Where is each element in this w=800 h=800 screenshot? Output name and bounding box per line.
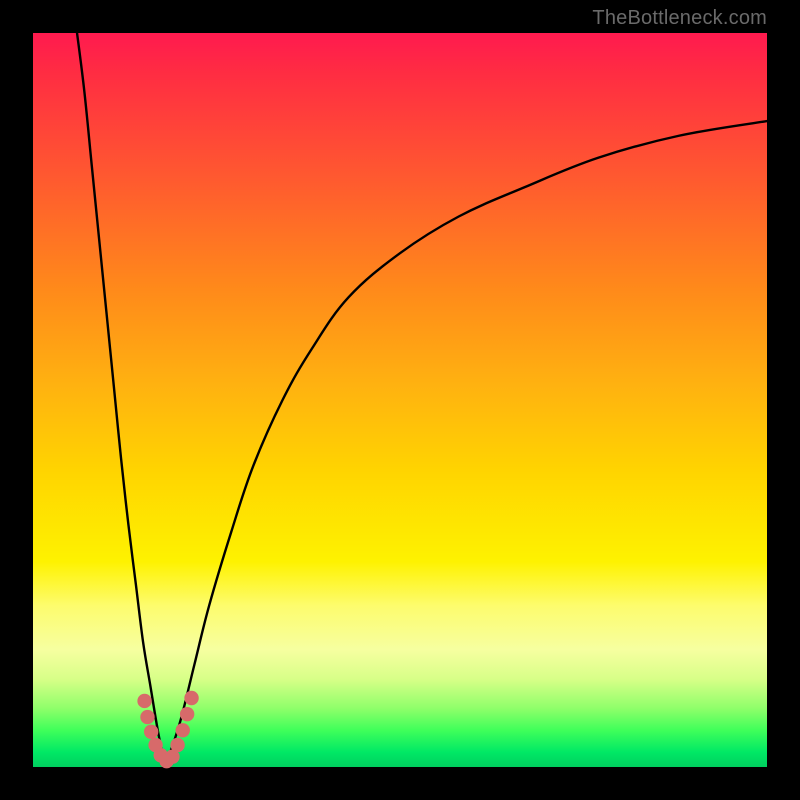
notch-marker [137, 694, 151, 708]
notch-marker [170, 738, 184, 752]
chart-svg [0, 0, 800, 800]
notch-marker [176, 723, 190, 737]
curve-left-branch [77, 33, 165, 767]
notch-marker [140, 710, 154, 724]
chart-frame: TheBottleneck.com [0, 0, 800, 800]
notch-marker [144, 725, 158, 739]
notch-marker [180, 707, 194, 721]
curve-right-branch [165, 121, 767, 767]
notch-marker [184, 691, 198, 705]
notch-markers [137, 691, 198, 769]
